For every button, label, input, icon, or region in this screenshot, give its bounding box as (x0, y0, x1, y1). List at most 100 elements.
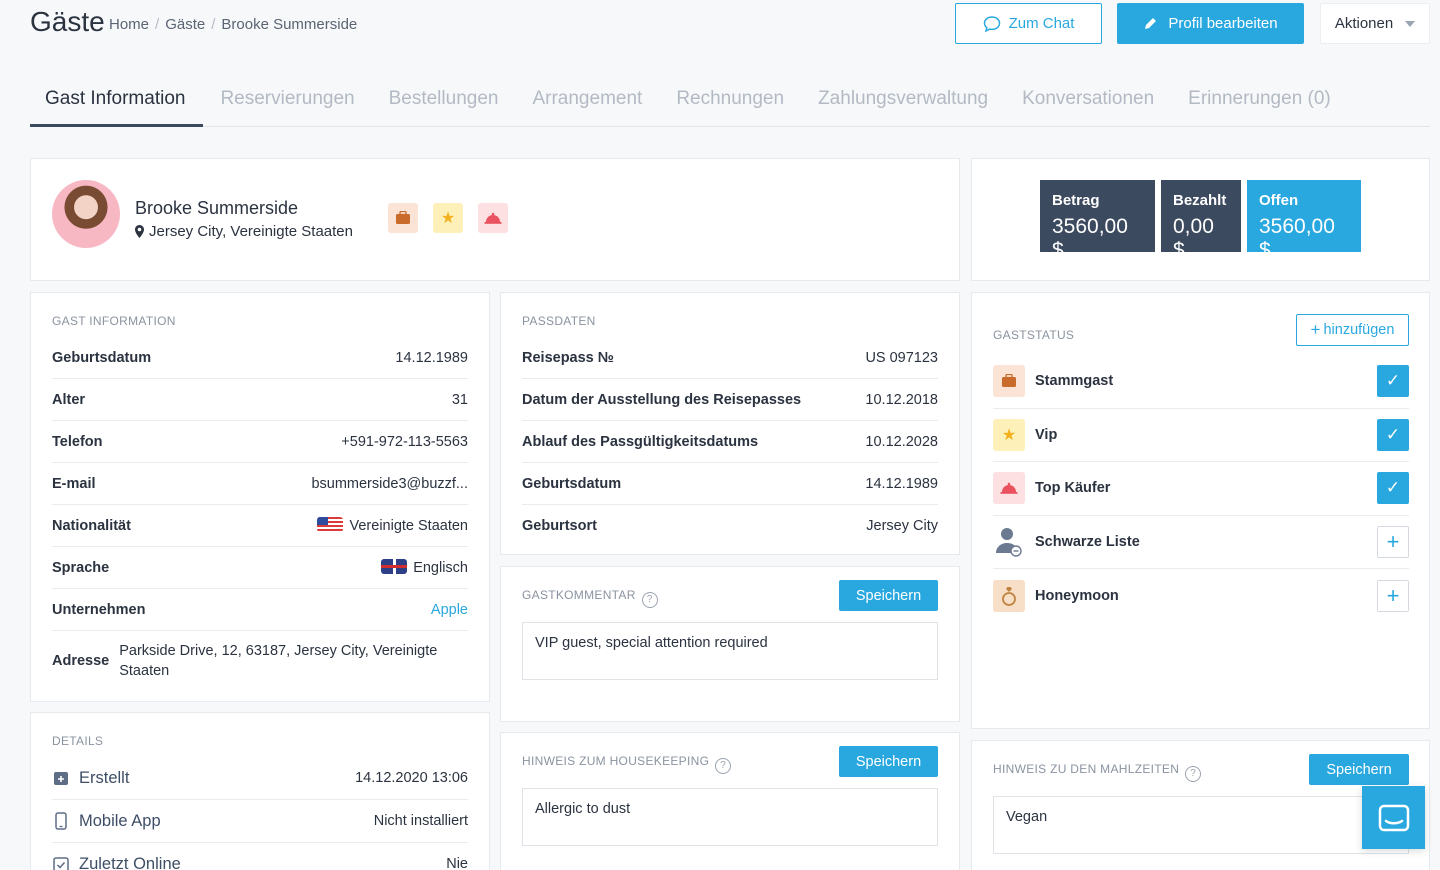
passport-key: Reisepass № (522, 349, 614, 366)
tab-guest-information[interactable]: Gast Information (30, 72, 204, 127)
actions-dropdown[interactable]: Aktionen (1320, 3, 1430, 44)
tab-bar: Gast Information Reservierungen Bestellu… (30, 72, 1430, 127)
tab-conversations[interactable]: Konversationen (1005, 72, 1171, 127)
guest-name: Brooke Summerside (135, 198, 299, 218)
info-value-language: Englisch (381, 559, 468, 576)
passport-key: Datum der Ausstellung des Reisepasses (522, 391, 802, 408)
info-key: Adresse (52, 653, 110, 669)
add-status-label: hinzufügen (1323, 322, 1395, 338)
passport-value: 14.12.1989 (865, 475, 938, 492)
breadcrumb-separator: / (155, 16, 160, 33)
help-icon[interactable]: ? (715, 757, 732, 774)
status-row-top-buyer: Top Käufer ✓ (993, 462, 1409, 516)
actions-label: Aktionen (1334, 15, 1394, 32)
passport-row: Datum der Ausstellung des Reisepasses 10… (522, 379, 938, 421)
chat-button[interactable]: Zum Chat (955, 3, 1102, 44)
passport-value: Jersey City (866, 518, 938, 534)
status-list: Stammgast ✓ ★ Vip ✓ Top Käufer ✓ Schwarz… (993, 355, 1409, 623)
ring-icon (993, 579, 1025, 612)
detail-value: Nie (446, 856, 468, 870)
info-row-nationality: Nationalität Vereinigte Staaten (52, 505, 468, 547)
tab-orders[interactable]: Bestellungen (372, 72, 516, 127)
breadcrumb-current: Brooke Summerside (221, 16, 358, 33)
section-title: GAST INFORMATION (52, 314, 176, 328)
paid-label: Bezahlt (1173, 192, 1227, 209)
map-pin-icon (135, 225, 144, 238)
bell-icon (993, 472, 1025, 505)
detail-key-text: Zuletzt Online (79, 854, 181, 870)
passport-row: Reisepass № US 097123 (522, 337, 938, 379)
detail-value: Nicht installiert (373, 813, 468, 829)
detail-row-mobile-app: Mobile App Nicht installiert (52, 800, 468, 843)
detail-key: Mobile App (52, 812, 161, 831)
detail-row-last-online: Zuletzt Online Nie (52, 843, 468, 870)
info-key: Nationalität (52, 517, 131, 534)
save-comment-button[interactable]: Speichern (839, 580, 938, 611)
housekeeping-textarea[interactable]: Allergic to dust (522, 788, 938, 846)
avatar (52, 180, 120, 248)
mobile-phone-icon (52, 812, 69, 830)
meals-title: HINWEIS ZU DEN MAHLZEITEN (993, 762, 1180, 776)
section-title: DETAILS (52, 734, 104, 748)
status-checkbox-checked[interactable]: ✓ (1377, 472, 1409, 505)
help-icon[interactable]: ? (641, 591, 658, 608)
passport-value: 10.12.2018 (865, 391, 938, 408)
info-key: Telefon (52, 433, 103, 450)
status-label: Honeymoon (1035, 587, 1119, 604)
chat-button-label: Zum Chat (1008, 15, 1075, 32)
company-link[interactable]: Apple (431, 602, 468, 618)
status-add-button[interactable]: + (1377, 525, 1409, 558)
passport-value: US 097123 (865, 349, 938, 366)
star-icon: ★ (433, 203, 463, 233)
briefcase-icon (993, 365, 1025, 398)
tab-payment-management[interactable]: Zahlungsverwaltung (801, 72, 1005, 127)
info-key: Alter (52, 391, 86, 408)
tab-arrangement[interactable]: Arrangement (515, 72, 659, 127)
calendar-check-icon (52, 856, 69, 870)
detail-key-text: Mobile App (79, 811, 161, 830)
pencil-icon (1145, 18, 1157, 29)
guest-comment-title: GASTKOMMENTAR (522, 588, 636, 602)
status-checkbox-checked[interactable]: ✓ (1377, 365, 1409, 398)
open-stat: Offen 3560,00 $ (1247, 180, 1361, 262)
save-housekeeping-button[interactable]: Speichern (839, 746, 938, 777)
section-title: GASTKOMMENTAR? (522, 588, 658, 608)
info-key: Unternehmen (52, 601, 146, 618)
guest-comment-textarea[interactable]: VIP guest, special attention required (522, 622, 938, 680)
edit-profile-label: Profil bearbeiten (1168, 15, 1278, 32)
add-status-button[interactable]: + hinzufügen (1296, 314, 1409, 346)
amount-label: Betrag (1052, 192, 1100, 209)
info-value-nationality: Vereinigte Staaten (317, 517, 468, 534)
chat-bubble-icon (983, 15, 1000, 32)
open-value: 3560,00 $ (1259, 215, 1335, 262)
tab-invoices[interactable]: Rechnungen (659, 72, 801, 127)
profile-card: Brooke Summerside Jersey City, Vereinigt… (30, 158, 960, 281)
detail-key-text: Erstellt (79, 768, 130, 787)
save-meals-button[interactable]: Speichern (1309, 754, 1409, 785)
breadcrumb-separator: / (211, 16, 216, 33)
breadcrumb-guests[interactable]: Gäste (165, 16, 205, 33)
open-label: Offen (1259, 192, 1299, 209)
detail-key: Zuletzt Online (52, 855, 181, 870)
guest-information-card: GAST INFORMATION Geburtsdatum 14.12.1989… (30, 292, 490, 702)
amount-value: 3560,00 $ (1052, 215, 1128, 262)
breadcrumb-home[interactable]: Home (109, 16, 149, 33)
status-checkbox-checked[interactable]: ✓ (1377, 418, 1409, 451)
info-value: 14.12.1989 (395, 349, 468, 366)
meals-textarea[interactable]: Vegan (993, 796, 1409, 854)
paid-stat: Bezahlt 0,00 $ (1161, 180, 1241, 262)
help-icon[interactable]: ? (1185, 765, 1202, 782)
chat-widget-button[interactable] (1362, 786, 1425, 849)
guest-location: Jersey City, Vereinigte Staaten (135, 223, 353, 240)
breadcrumb: Home / Gäste / Brooke Summerside (109, 16, 357, 33)
passport-key: Geburtsdatum (522, 475, 622, 492)
chevron-down-icon (1405, 20, 1416, 27)
passport-row: Geburtsdatum 14.12.1989 (522, 463, 938, 505)
status-label: Schwarze Liste (1035, 533, 1140, 550)
info-value: +591-972-113-5563 (341, 433, 468, 450)
info-value: 31 (451, 391, 468, 408)
edit-profile-button[interactable]: Profil bearbeiten (1117, 3, 1304, 44)
status-add-button[interactable]: + (1377, 579, 1409, 612)
tab-reminders[interactable]: Erinnerungen (0) (1171, 72, 1348, 127)
tab-reservations[interactable]: Reservierungen (203, 72, 371, 127)
